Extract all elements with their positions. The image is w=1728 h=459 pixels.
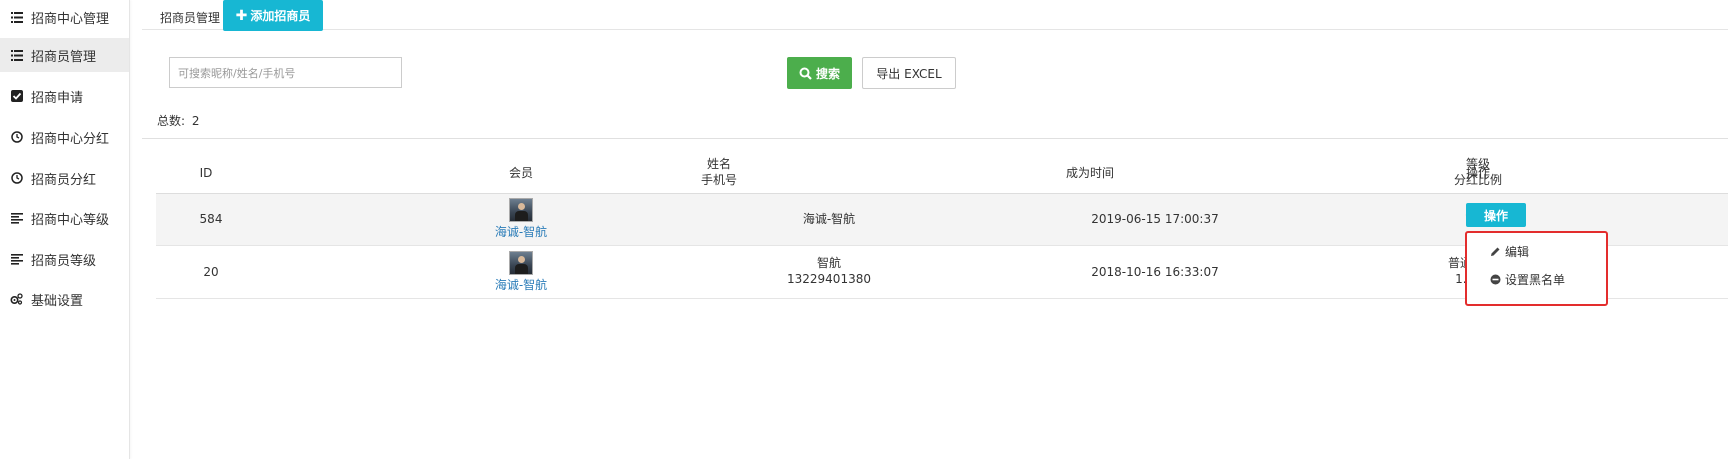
header-name: 姓名 手机号: [669, 156, 769, 188]
clock-icon: [10, 131, 23, 144]
dropdown-item-blacklist[interactable]: 设置黑名单: [1489, 271, 1565, 288]
member-link[interactable]: 海诚-智航: [446, 277, 596, 293]
list-icon: [10, 49, 23, 62]
avatar: [509, 198, 533, 222]
row-phone-text: 13229401380: [787, 272, 871, 286]
export-excel-label: 导出 EXCEL: [876, 66, 942, 81]
dropdown-item-label: 编辑: [1505, 245, 1530, 259]
sidebar-item-label: 招商员等级: [31, 253, 97, 269]
row-name: 海诚-智航: [802, 212, 856, 226]
sidebar-item-label: 招商员管理: [31, 49, 97, 65]
total-count: 总数: 2: [157, 112, 200, 129]
row-id: 20: [203, 265, 219, 279]
sidebar-item-center-level[interactable]: 招商中心等级: [0, 201, 129, 235]
add-recruiter-button[interactable]: ✚ 添加招商员: [223, 0, 323, 31]
row-id: 584: [199, 212, 223, 226]
row-member: 海诚-智航: [446, 251, 596, 293]
sidebar-item-label: 招商中心分红: [31, 131, 110, 147]
table-header: ID 会员 姓名 手机号 成为时间 等级 分红比例 操作: [156, 152, 1728, 194]
minus-circle-icon: [1489, 274, 1501, 286]
search-button[interactable]: 搜索: [787, 57, 852, 89]
header-action: 操作: [1466, 166, 1491, 180]
sidebar-item-recruiter-level[interactable]: 招商员等级: [0, 242, 129, 276]
sidebar-item-label: 招商申请: [31, 90, 84, 106]
list-icon: [10, 11, 23, 24]
sidebar-item-recruit-application[interactable]: 招商申请: [0, 79, 129, 113]
header-name-line1: 姓名: [706, 157, 731, 171]
plus-icon: ✚: [235, 7, 248, 24]
search-icon: [799, 67, 812, 80]
dropdown-item-label: 设置黑名单: [1505, 273, 1566, 287]
sidebar-item-recruit-center-management[interactable]: 招商中心管理: [0, 0, 129, 34]
row-name-text: 智航: [816, 256, 841, 270]
gears-icon: [10, 293, 23, 306]
header-phone-line2: 手机号: [700, 173, 737, 187]
header-bar: 招商员管理: [142, 0, 1728, 30]
sidebar-item-center-dividend[interactable]: 招商中心分红: [0, 120, 129, 154]
header-member: 会员: [508, 166, 533, 180]
sidebar-item-recruiter-dividend[interactable]: 招商员分红: [0, 161, 129, 195]
search-input[interactable]: 可搜索昵称/姓名/手机号: [169, 57, 402, 88]
check-square-icon: [10, 90, 23, 103]
align-left-icon: [10, 212, 23, 225]
clock-icon: [10, 172, 23, 185]
sidebar-item-recruiter-management[interactable]: 招商员管理: [0, 38, 129, 72]
export-excel-button[interactable]: 导出 EXCEL: [862, 57, 956, 89]
row-name: 智航 13229401380: [744, 255, 914, 287]
search-placeholder: 可搜索昵称/姓名/手机号: [178, 66, 296, 80]
header-join-time: 成为时间: [1065, 166, 1114, 180]
search-button-label: 搜索: [815, 66, 840, 81]
align-left-icon: [10, 253, 23, 266]
row-action-button[interactable]: 操作: [1466, 203, 1526, 227]
sidebar-item-label: 基础设置: [31, 293, 84, 309]
row-join-time: 2018-10-16 16:33:07: [1091, 265, 1219, 279]
action-dropdown-menu: 编辑 设置黑名单: [1465, 231, 1608, 306]
sidebar-item-label: 招商员分红: [31, 172, 97, 188]
member-link[interactable]: 海诚-智航: [446, 224, 596, 240]
dropdown-item-edit[interactable]: 编辑: [1489, 243, 1529, 260]
pencil-icon: [1489, 246, 1501, 258]
row-member: 海诚-智航: [446, 198, 596, 240]
breadcrumb: 招商员管理: [160, 11, 221, 25]
sidebar: 招商中心管理 招商员管理 招商申请 招商中心分红 招商员分红 招商中心等级 招商…: [0, 0, 130, 459]
total-label: 总数:: [157, 114, 186, 128]
header-id: ID: [199, 166, 213, 180]
sidebar-item-label: 招商中心等级: [31, 212, 110, 228]
row-join-time: 2019-06-15 17:00:37: [1091, 212, 1219, 226]
add-recruiter-label: 添加招商员: [250, 9, 311, 23]
divider: [142, 138, 1728, 139]
sidebar-item-label: 招商中心管理: [31, 11, 110, 27]
avatar: [509, 251, 533, 275]
total-value: 2: [191, 114, 200, 128]
sidebar-item-basic-settings[interactable]: 基础设置: [0, 282, 129, 316]
